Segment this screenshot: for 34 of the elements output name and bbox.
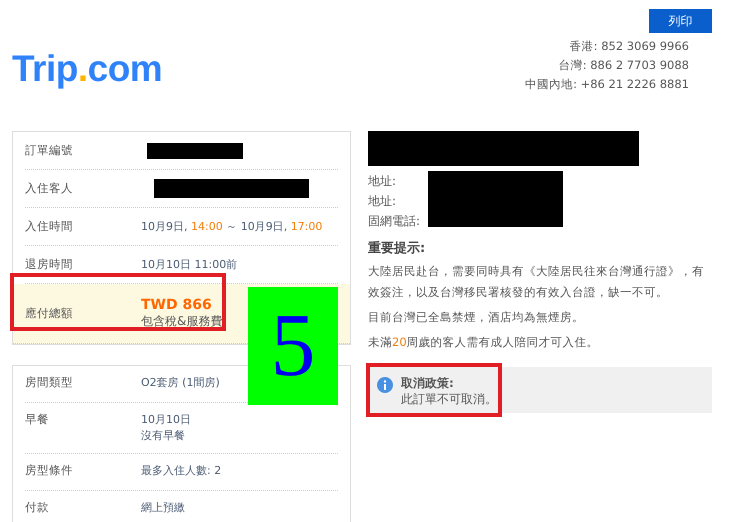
field-label: 付款: [25, 500, 50, 515]
total-amount: TWD 866: [141, 297, 213, 313]
notice-text: 目前台灣已全島禁煙，酒店均為無煙房。: [368, 309, 585, 326]
field-value: 最多入住人數: 2: [141, 463, 222, 479]
field-value: 10月9日, 14:00 ～ 10月9日, 17:00: [141, 218, 322, 234]
number-label: 5: [248, 287, 338, 405]
field-label: 入住時間: [25, 219, 74, 234]
phone-number: 中國內地: +86 21 2226 8881: [525, 76, 689, 93]
field-value: 10月10日: [141, 412, 191, 428]
notice-title: 重要提示:: [368, 240, 426, 257]
field-label: 訂單編號: [25, 143, 74, 158]
trip-logo: Trip.com: [12, 47, 162, 91]
field-value: 10月10日 11:00前: [141, 256, 238, 272]
field-label: 退房時間: [25, 257, 74, 272]
field-label: 地址:: [368, 193, 398, 210]
field-value: 網上預繳: [141, 500, 185, 516]
policy-title: 取消政策:: [401, 376, 455, 391]
notice-text: 大陸居民赴台，需要同時具有《大陸居民往來台灣通行證》，有效簽注，以及台灣移民署核發的有效入台證，缺一不可。: [368, 263, 705, 301]
field-value: 沒有早餐: [141, 428, 186, 444]
field-label: 固網電話:: [368, 213, 422, 230]
phone-number: 台灣: 886 2 7703 9088: [558, 57, 689, 74]
field-label: 早餐: [25, 412, 50, 427]
price-note: 包含稅&服務費: [141, 313, 222, 330]
policy-text: 此訂單不可取消。: [401, 391, 497, 407]
phone-number: 香港: 852 3069 9966: [570, 38, 689, 55]
field-label: 房間類型: [25, 375, 74, 390]
info-icon: [377, 377, 393, 393]
field-label: 地址:: [368, 173, 398, 190]
field-label: 入住客人: [25, 181, 74, 196]
field-label: 應付總額: [25, 306, 74, 321]
field-label: 房型條件: [25, 463, 74, 478]
print-button[interactable]: 列印: [649, 9, 712, 33]
field-value: O2套房 (1間房): [141, 375, 220, 391]
notice-text: 未滿20周歲的客人需有成人陪同才可入住。: [368, 334, 600, 351]
